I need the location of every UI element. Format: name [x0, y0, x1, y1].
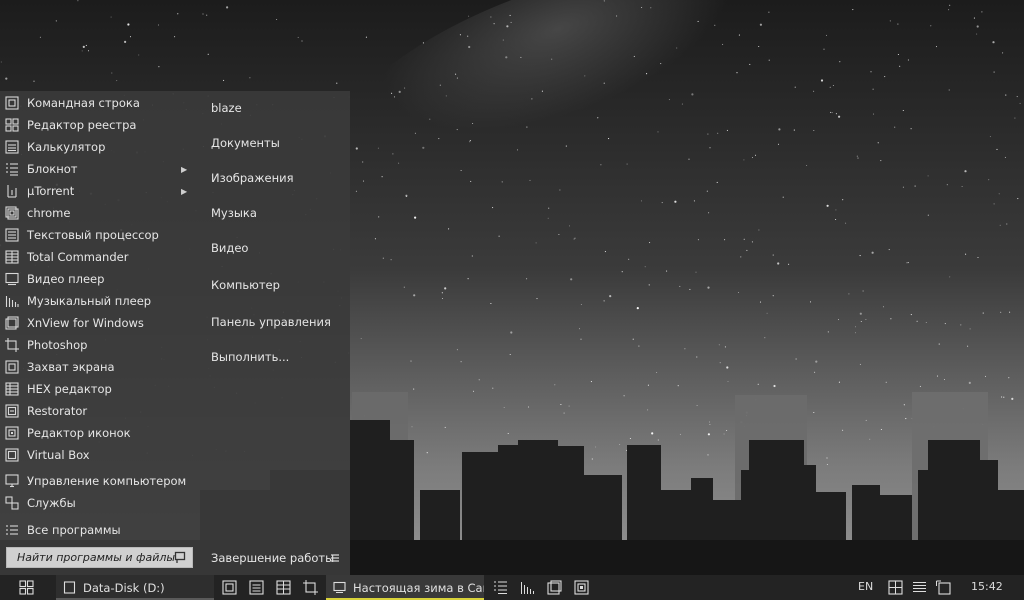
program-item[interactable]: Калькулятор: [0, 136, 198, 158]
virtualbox-icon: [5, 448, 19, 462]
taskbar-item-browser[interactable]: Настоящая зима в Сан...: [326, 575, 484, 600]
program-item-label: Все программы: [27, 523, 121, 537]
place-item[interactable]: blaze: [204, 97, 344, 119]
action-center-icon[interactable]: [936, 580, 951, 595]
place-item[interactable]: Музыка: [204, 202, 344, 224]
calculator-icon[interactable]: [249, 580, 264, 595]
program-item[interactable]: HEX редактор: [0, 378, 198, 400]
word-processor-icon: [5, 228, 19, 242]
taskbar-item-label: Data-Disk (D:): [83, 580, 165, 595]
video-window-icon: [333, 581, 346, 593]
icon-editor-icon[interactable]: [574, 580, 589, 595]
program-item[interactable]: chrome: [0, 202, 198, 224]
program-item[interactable]: Все программы: [0, 519, 198, 541]
program-item[interactable]: Virtual Box: [0, 444, 198, 466]
place-item[interactable]: Видео: [204, 237, 344, 259]
program-item[interactable]: Видео плеер: [0, 268, 198, 290]
program-item[interactable]: Музыкальный плеер: [0, 290, 198, 312]
video-player-icon: [5, 272, 19, 286]
program-item[interactable]: Photoshop: [0, 334, 198, 356]
shutdown-options-icon[interactable]: [328, 551, 342, 565]
search-placeholder: Найти программы и файлы: [17, 551, 176, 564]
shutdown-label: Завершение работы: [211, 551, 335, 565]
program-item-label: Restorator: [27, 404, 88, 418]
photoshop-icon: [5, 338, 19, 352]
registry-editor-icon: [5, 118, 19, 132]
language-indicator[interactable]: EN: [858, 580, 873, 593]
program-item[interactable]: Блокнот ▶: [0, 158, 198, 180]
restorator-icon: [5, 404, 19, 418]
program-item-label: XnView for Windows: [27, 316, 144, 330]
taskbar-item-data-disk[interactable]: Data-Disk (D:): [56, 575, 214, 600]
all-programs-icon: [6, 525, 18, 535]
calculator-icon: [5, 140, 19, 154]
program-item[interactable]: Захват экрана: [0, 356, 198, 378]
program-item-label: Калькулятор: [27, 140, 106, 154]
search-input[interactable]: Найти программы и файлы: [6, 547, 193, 568]
start-button-icon[interactable]: [19, 580, 34, 595]
clock[interactable]: 15:42: [971, 580, 1003, 593]
place-item[interactable]: Документы: [204, 132, 344, 154]
program-item-label: Текстовый процессор: [27, 228, 159, 242]
program-item[interactable]: Редактор иконок: [0, 422, 198, 444]
total-commander-icon[interactable]: [276, 580, 291, 595]
music-player-icon[interactable]: [520, 580, 535, 595]
program-item-label: Virtual Box: [27, 448, 90, 462]
taskbar-item-label: Настоящая зима в Сан...: [353, 580, 484, 595]
program-item-label: HEX редактор: [27, 382, 112, 396]
volume-icon[interactable]: [912, 580, 927, 595]
program-item-label: chrome: [27, 206, 71, 220]
music-player-icon: [5, 296, 19, 307]
program-item-label: Управление компьютером: [27, 474, 187, 488]
services-icon: [5, 496, 19, 510]
utorrent-icon: [7, 185, 17, 198]
screen-capture-icon: [5, 360, 19, 374]
submenu-arrow-icon[interactable]: ▶: [181, 165, 187, 174]
program-item[interactable]: µTorrent ▶: [0, 180, 198, 202]
program-item-label: Службы: [27, 496, 76, 510]
search-icon[interactable]: [174, 551, 187, 564]
program-item-label: Редактор реестра: [27, 118, 137, 132]
program-item-label: Захват экрана: [27, 360, 115, 374]
program-item-label: Командная строка: [27, 96, 140, 110]
program-item-label: Photoshop: [27, 338, 88, 352]
xnview-icon: [5, 316, 19, 330]
chrome-icon: [5, 206, 19, 220]
program-item[interactable]: Командная строка: [0, 92, 198, 114]
notepad-icon: [6, 163, 18, 176]
photoshop-icon[interactable]: [303, 580, 318, 595]
hex-editor-icon: [5, 382, 19, 396]
shutdown-button[interactable]: Завершение работы: [211, 549, 334, 567]
chrome-icon[interactable]: [222, 580, 237, 595]
program-item[interactable]: XnView for Windows: [0, 312, 198, 334]
place-item[interactable]: Панель управления: [204, 311, 344, 333]
submenu-arrow-icon[interactable]: ▶: [181, 187, 187, 196]
window-icon: [63, 581, 76, 594]
program-item[interactable]: Restorator: [0, 400, 198, 422]
icon-editor-icon: [5, 426, 19, 440]
program-item-label: Видео плеер: [27, 272, 105, 286]
program-item[interactable]: Службы: [0, 492, 198, 514]
xnview-icon[interactable]: [547, 580, 562, 595]
start-menu: Командная строка Редактор реестра Калькуля…: [0, 91, 350, 575]
total-commander-icon: [5, 250, 19, 264]
program-item[interactable]: Total Commander: [0, 246, 198, 268]
place-item[interactable]: Компьютер: [204, 274, 344, 296]
program-item[interactable]: Редактор реестра: [0, 114, 198, 136]
taskbar: Data-Disk (D:) Настоящая зима в Сан...: [0, 575, 1024, 600]
notepad-icon[interactable]: [493, 580, 508, 595]
program-item[interactable]: Управление компьютером: [0, 470, 198, 492]
place-item[interactable]: Выполнить...: [204, 346, 344, 368]
program-item-label: Total Commander: [27, 250, 129, 264]
program-item[interactable]: Текстовый процессор: [0, 224, 198, 246]
program-item-label: Музыкальный плеер: [27, 294, 152, 308]
computer-management-icon: [5, 474, 19, 488]
place-item[interactable]: Изображения: [204, 167, 344, 189]
command-prompt-icon: [5, 96, 19, 110]
program-item-label: Редактор иконок: [27, 426, 131, 440]
program-item-label: Блокнот: [27, 162, 78, 176]
program-item-label: µTorrent: [27, 184, 75, 198]
network-icon[interactable]: [888, 580, 903, 595]
